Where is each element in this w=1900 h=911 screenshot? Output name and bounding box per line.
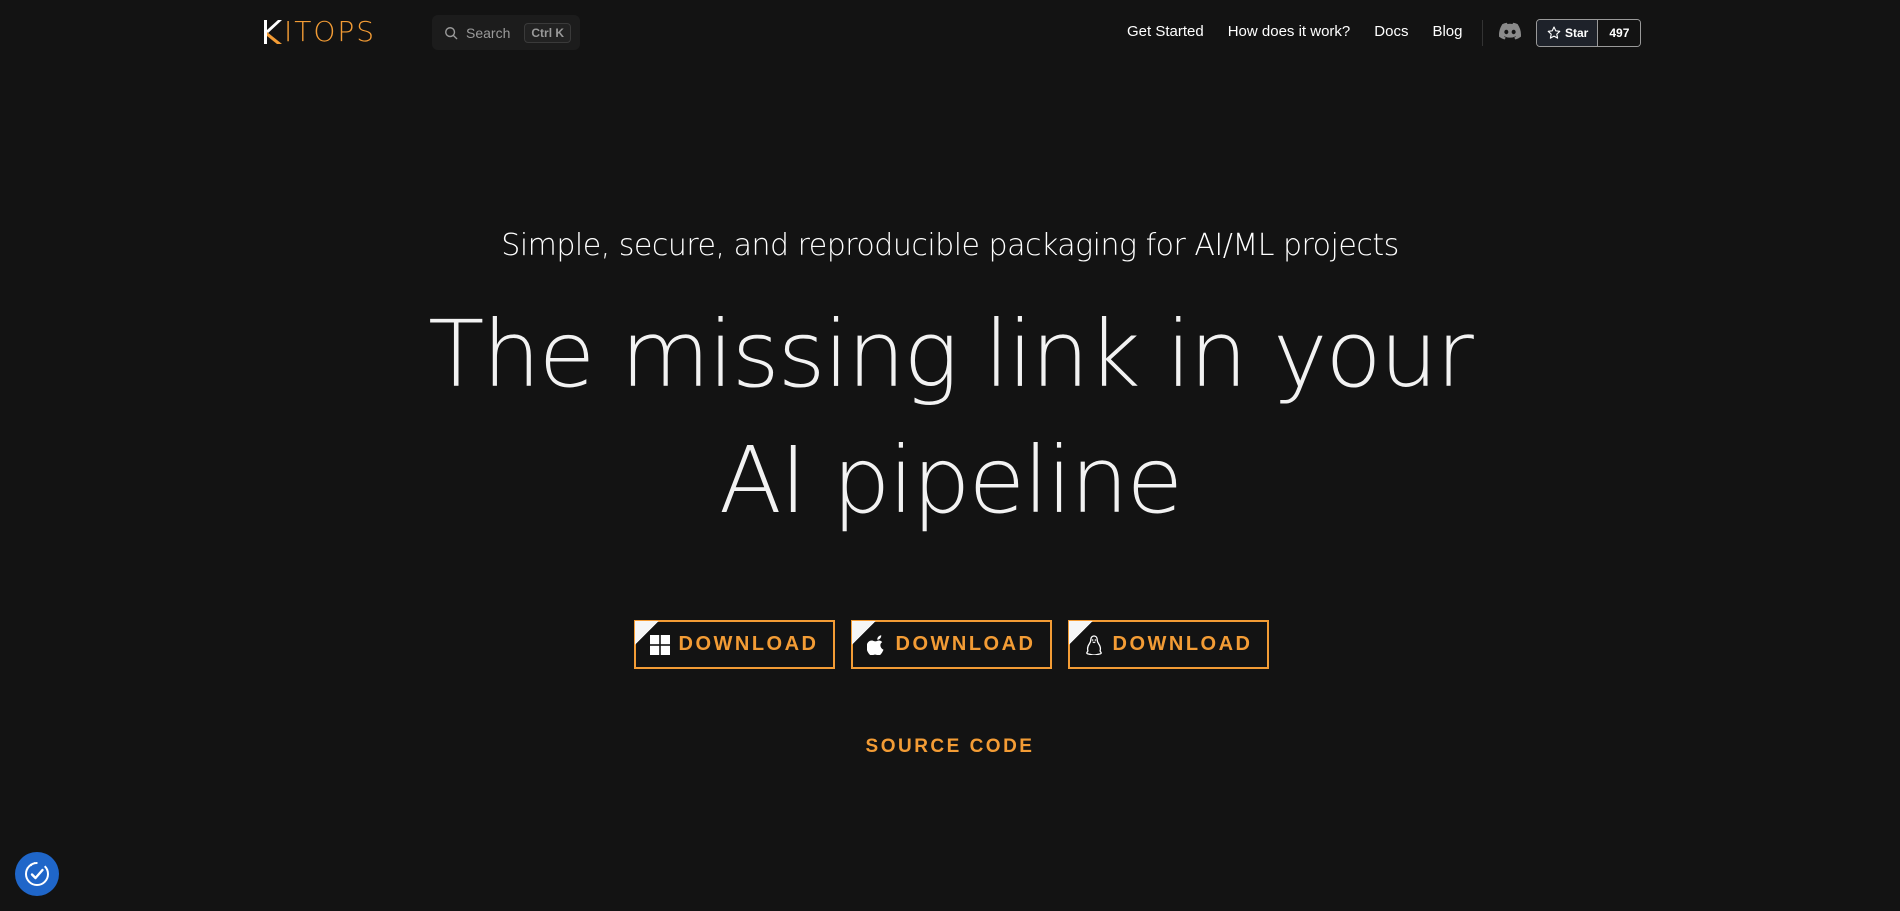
- cookie-consent-button[interactable]: [15, 852, 59, 896]
- github-star-count[interactable]: 497: [1598, 20, 1641, 46]
- download-buttons: DOWNLOAD DOWNLOAD DOWNLOAD: [0, 620, 1900, 669]
- hero-headline: The missing link in your AI pipeline: [428, 301, 1474, 534]
- kitops-logo[interactable]: ITOPS: [264, 18, 376, 46]
- github-star-widget[interactable]: Star 497: [1536, 19, 1642, 47]
- source-code-link[interactable]: SOURCE CODE: [866, 736, 1035, 757]
- download-label: DOWNLOAD: [895, 633, 1036, 655]
- nav-links: Get Started How does it work? Docs Blog: [1127, 22, 1463, 42]
- download-linux-button[interactable]: DOWNLOAD: [1067, 620, 1269, 669]
- download-label: DOWNLOAD: [678, 633, 819, 655]
- discord-icon[interactable]: [1499, 22, 1522, 42]
- download-label: DOWNLOAD: [1112, 633, 1253, 655]
- download-macos-button[interactable]: DOWNLOAD: [850, 620, 1052, 669]
- nav-link-blog[interactable]: Blog: [1432, 22, 1462, 42]
- star-icon: [1547, 26, 1561, 39]
- search-label: Search: [466, 24, 511, 41]
- top-navigation: ITOPS Search Ctrl K Get Started How does…: [0, 0, 1900, 64]
- search-button[interactable]: Search Ctrl K: [432, 15, 580, 50]
- button-corner-decoration: [851, 621, 876, 645]
- nav-link-get-started[interactable]: Get Started: [1127, 22, 1204, 42]
- button-corner-decoration: [634, 621, 659, 645]
- download-windows-button[interactable]: DOWNLOAD: [633, 620, 835, 669]
- logo-mark-icon: [264, 20, 282, 44]
- search-shortcut: Ctrl K: [524, 22, 572, 43]
- page: ITOPS Search Ctrl K Get Started How does…: [0, 0, 1900, 911]
- github-star-button[interactable]: Star: [1537, 20, 1599, 46]
- github-star-label: Star: [1565, 26, 1589, 40]
- nav-link-docs[interactable]: Docs: [1374, 22, 1408, 42]
- cookie-consent-icon: [25, 862, 49, 886]
- button-corner-decoration: [1068, 621, 1093, 645]
- hero-tagline: Simple, secure, and reproducible packagi…: [501, 228, 1399, 263]
- nav-divider: [1482, 20, 1483, 46]
- nav-link-how-it-works[interactable]: How does it work?: [1228, 22, 1351, 42]
- source-code-row: SOURCE CODE: [0, 736, 1900, 758]
- logo-text: ITOPS: [284, 15, 377, 48]
- search-icon: [445, 26, 458, 39]
